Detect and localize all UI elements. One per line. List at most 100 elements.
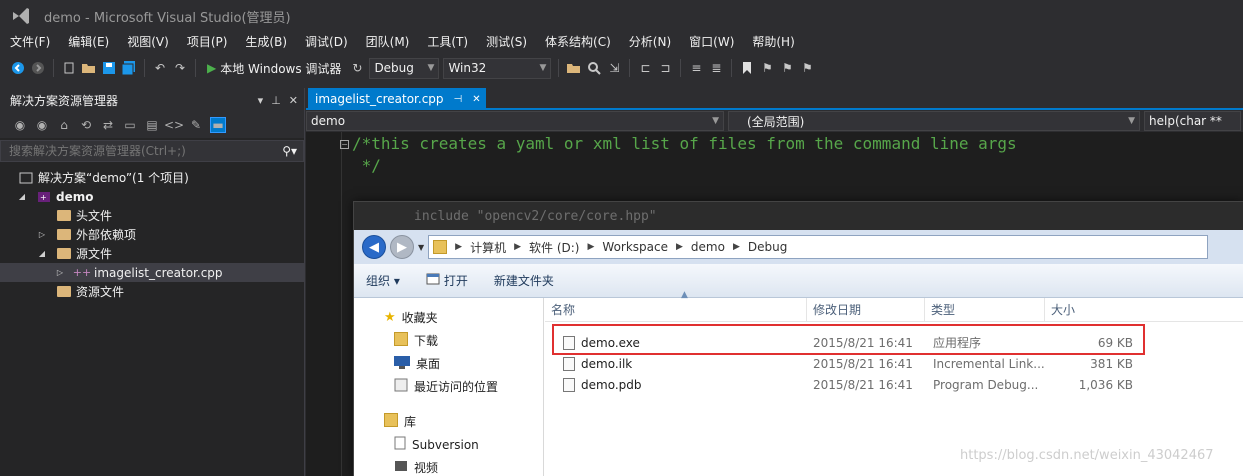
column-name[interactable]: 名称 ▲ xyxy=(545,290,807,322)
breadcrumb-item[interactable]: 软件 (D:) xyxy=(529,239,579,256)
redo-icon[interactable]: ↷ xyxy=(172,60,188,76)
tree-item-solution[interactable]: 解决方案“demo”(1 个项目) xyxy=(0,168,304,187)
history-icon[interactable]: ⟲ xyxy=(78,117,94,133)
nav-downloads[interactable]: 下载 xyxy=(354,329,543,352)
new-folder-button[interactable]: 新建文件夹 xyxy=(494,272,554,289)
breadcrumb-item[interactable]: Workspace xyxy=(602,240,668,254)
breadcrumb-item[interactable]: 计算机 xyxy=(470,239,506,256)
home-icon[interactable]: ⌂ xyxy=(56,117,72,133)
back-icon[interactable] xyxy=(10,60,26,76)
nav-favorites[interactable]: ★ 收藏夹 xyxy=(354,306,543,329)
nav-libraries[interactable]: 库 xyxy=(354,410,543,433)
tree-item-project[interactable]: ◢ + demo xyxy=(0,187,304,206)
next-bookmark-icon[interactable]: ⚑ xyxy=(779,60,795,76)
view-code-icon[interactable]: <> xyxy=(164,117,184,133)
menu-debug[interactable]: 调试(D) xyxy=(296,32,357,52)
forward-icon[interactable]: ◉ xyxy=(34,117,50,133)
column-date[interactable]: 修改日期 xyxy=(807,297,925,322)
search-icon[interactable]: ⚲▾ xyxy=(282,144,297,158)
open-button[interactable]: 打开 xyxy=(426,272,468,289)
menu-project[interactable]: 项目(P) xyxy=(178,32,237,52)
save-icon[interactable] xyxy=(101,60,117,76)
properties-icon[interactable]: ✎ xyxy=(188,117,204,133)
file-row[interactable]: demo.ilk 2015/8/21 16:41 Incremental Lin… xyxy=(545,353,1243,374)
nav-subversion[interactable]: Subversion xyxy=(354,433,543,456)
collapsed-arrow-icon[interactable]: ▷ xyxy=(54,268,66,277)
menu-file[interactable]: 文件(F) xyxy=(0,32,59,52)
menu-window[interactable]: 窗口(W) xyxy=(680,32,743,52)
scope-dropdown[interactable]: (全局范围) ▼ xyxy=(728,111,1140,131)
tree-item-external-deps[interactable]: ▷ 外部依赖项 xyxy=(0,225,304,244)
tree-item-source-files[interactable]: ◢ 源文件 xyxy=(0,244,304,263)
solution-search-input[interactable] xyxy=(9,144,249,158)
uncomment-icon[interactable]: ≣ xyxy=(708,60,724,76)
menu-architecture[interactable]: 体系结构(C) xyxy=(536,32,620,52)
dropdown-icon[interactable]: ▾ xyxy=(258,94,264,107)
tree-item-resource-files[interactable]: 资源文件 xyxy=(0,282,304,301)
prev-bookmark-icon[interactable]: ⚑ xyxy=(759,60,775,76)
breadcrumb-item[interactable]: Debug xyxy=(748,240,787,254)
pin-icon[interactable]: ⊣ xyxy=(454,94,463,105)
new-project-icon[interactable] xyxy=(61,60,77,76)
breadcrumb-separator-icon[interactable]: ▶ xyxy=(587,242,594,252)
nav-recent[interactable]: 最近访问的位置 xyxy=(354,375,543,398)
pin-icon[interactable]: ⊥ xyxy=(271,94,281,107)
collapse-all-icon[interactable]: ▭ xyxy=(122,117,138,133)
nav-desktop[interactable]: 桌面 xyxy=(354,352,543,375)
collapse-icon[interactable]: − xyxy=(340,140,349,149)
recent-pages-icon[interactable]: ▼ xyxy=(418,243,424,252)
save-all-icon[interactable] xyxy=(121,60,137,76)
breadcrumb-separator-icon[interactable]: ▶ xyxy=(455,242,462,252)
back-button[interactable]: ◀ xyxy=(362,235,386,259)
comment-icon[interactable]: ≡ xyxy=(688,60,704,76)
stepping-icon[interactable]: ⇲ xyxy=(606,60,622,76)
undo-icon[interactable]: ↶ xyxy=(152,60,168,76)
close-icon[interactable]: ✕ xyxy=(289,94,298,107)
forward-icon[interactable] xyxy=(30,60,46,76)
column-size[interactable]: 大小 xyxy=(1045,298,1125,322)
indent-icon[interactable]: ⊏ xyxy=(637,60,653,76)
menu-view[interactable]: 视图(V) xyxy=(118,32,178,52)
organize-button[interactable]: 组织 ▾ xyxy=(366,272,400,289)
show-all-files-icon[interactable]: ▤ xyxy=(144,117,160,133)
menu-help[interactable]: 帮助(H) xyxy=(743,32,803,52)
find-in-files-icon[interactable] xyxy=(566,60,582,76)
file-row[interactable]: demo.pdb 2015/8/21 16:41 Program Debug..… xyxy=(545,374,1243,395)
close-icon[interactable]: ✕ xyxy=(472,94,480,105)
clear-bookmarks-icon[interactable]: ⚑ xyxy=(799,60,815,76)
back-icon[interactable]: ◉ xyxy=(12,117,28,133)
solution-search-box[interactable]: ⚲▾ xyxy=(0,140,304,162)
menu-tools[interactable]: 工具(T) xyxy=(418,32,477,52)
open-folder-icon[interactable] xyxy=(81,60,97,76)
collapsed-arrow-icon[interactable]: ▷ xyxy=(36,230,48,239)
expanded-arrow-icon[interactable]: ◢ xyxy=(16,192,28,201)
menu-build[interactable]: 生成(B) xyxy=(236,32,296,52)
tree-item-header-files[interactable]: 头文件 xyxy=(0,206,304,225)
column-type[interactable]: 类型 xyxy=(925,297,1045,322)
start-debugging-button[interactable]: ▶ 本地 Windows 调试器 xyxy=(203,60,345,77)
forward-button[interactable]: ▶ xyxy=(390,235,414,259)
nav-videos[interactable]: 视频 xyxy=(354,456,543,476)
tab-imagelist-creator[interactable]: imagelist_creator.cpp ⊣ ✕ xyxy=(308,88,486,110)
menu-team[interactable]: 团队(M) xyxy=(357,32,419,52)
breadcrumb-separator-icon[interactable]: ▶ xyxy=(676,242,683,252)
sync-icon[interactable]: ⇄ xyxy=(100,117,116,133)
project-dropdown[interactable]: demo ▼ xyxy=(306,111,724,131)
member-dropdown[interactable]: help(char ** xyxy=(1144,111,1241,131)
refresh-icon[interactable]: ↻ xyxy=(349,60,365,76)
bookmark-icon[interactable] xyxy=(739,60,755,76)
preview-icon[interactable]: ▬ xyxy=(210,117,226,133)
menu-analyze[interactable]: 分析(N) xyxy=(620,32,680,52)
breadcrumb-separator-icon[interactable]: ▶ xyxy=(514,242,521,252)
configuration-dropdown[interactable]: Debug ▼ xyxy=(369,57,440,79)
expanded-arrow-icon[interactable]: ◢ xyxy=(36,249,48,258)
breadcrumb-item[interactable]: demo xyxy=(691,240,725,254)
tree-item-cpp-file[interactable]: ▷ ++ imagelist_creator.cpp xyxy=(0,263,304,282)
platform-dropdown[interactable]: Win32 ▼ xyxy=(443,57,552,79)
find-icon[interactable] xyxy=(586,60,602,76)
menu-edit[interactable]: 编辑(E) xyxy=(59,32,118,52)
outdent-icon[interactable]: ⊐ xyxy=(657,60,673,76)
menu-test[interactable]: 测试(S) xyxy=(477,32,536,52)
breadcrumb-separator-icon[interactable]: ▶ xyxy=(733,242,740,252)
address-field[interactable]: ▶ 计算机 ▶ 软件 (D:) ▶ Workspace ▶ demo ▶ Deb… xyxy=(428,235,1209,259)
